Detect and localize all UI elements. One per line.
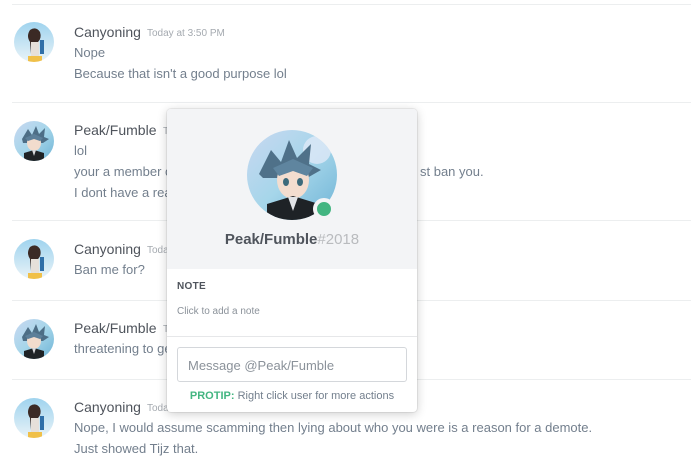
user-profile-popout: Peak/Fumble#2018 NOTE Click to add a not… bbox=[167, 109, 417, 412]
message-author[interactable]: Canyoning bbox=[74, 241, 141, 257]
canyoning-avatar[interactable] bbox=[14, 398, 54, 438]
message-text: Ban me for? bbox=[74, 262, 145, 277]
note-label: NOTE bbox=[177, 281, 206, 292]
message-timestamp: Today at 3:50 PM bbox=[147, 28, 225, 39]
message-author[interactable]: Canyoning bbox=[74, 399, 141, 415]
message-text: st ban you. bbox=[420, 164, 484, 179]
message-timestamp: Toda bbox=[147, 245, 169, 256]
message-author[interactable]: Canyoning bbox=[74, 24, 141, 40]
online-status-icon bbox=[313, 198, 335, 220]
message-text: I dont have a rea bbox=[74, 185, 172, 200]
message-text: Nope, I would assume scamming then lying… bbox=[74, 420, 593, 435]
message-text: Nope bbox=[74, 45, 106, 60]
peak-fumble-avatar[interactable] bbox=[14, 319, 54, 359]
profile-discriminator: #2018 bbox=[317, 231, 360, 248]
message-timestamp: Toda bbox=[147, 403, 169, 414]
popout-divider bbox=[167, 336, 417, 337]
message-text: Just showed Tijz that. bbox=[74, 441, 199, 456]
profile-username: Peak/Fumble#2018 bbox=[224, 231, 360, 248]
message-divider bbox=[12, 4, 691, 5]
message-author[interactable]: Peak/Fumble bbox=[74, 320, 156, 336]
message-text: your a member c bbox=[74, 164, 172, 179]
canyoning-avatar[interactable] bbox=[14, 22, 54, 62]
message-author[interactable]: Peak/Fumble bbox=[74, 122, 156, 138]
message-text: Because that isn't a good purpose lol bbox=[74, 66, 287, 81]
popout-header: Peak/Fumble#2018 bbox=[167, 109, 417, 269]
message-text: lol bbox=[74, 143, 88, 158]
canyoning-avatar[interactable] bbox=[14, 239, 54, 279]
message-text: threatening to ge bbox=[74, 341, 172, 356]
message-divider bbox=[12, 102, 691, 103]
peak-fumble-avatar[interactable] bbox=[14, 121, 54, 161]
direct-message-input[interactable]: Message @Peak/Fumble bbox=[177, 347, 407, 382]
protip-hint: PROTIP: Right click user for more action… bbox=[189, 390, 395, 402]
note-input[interactable]: Click to add a note bbox=[177, 306, 260, 317]
